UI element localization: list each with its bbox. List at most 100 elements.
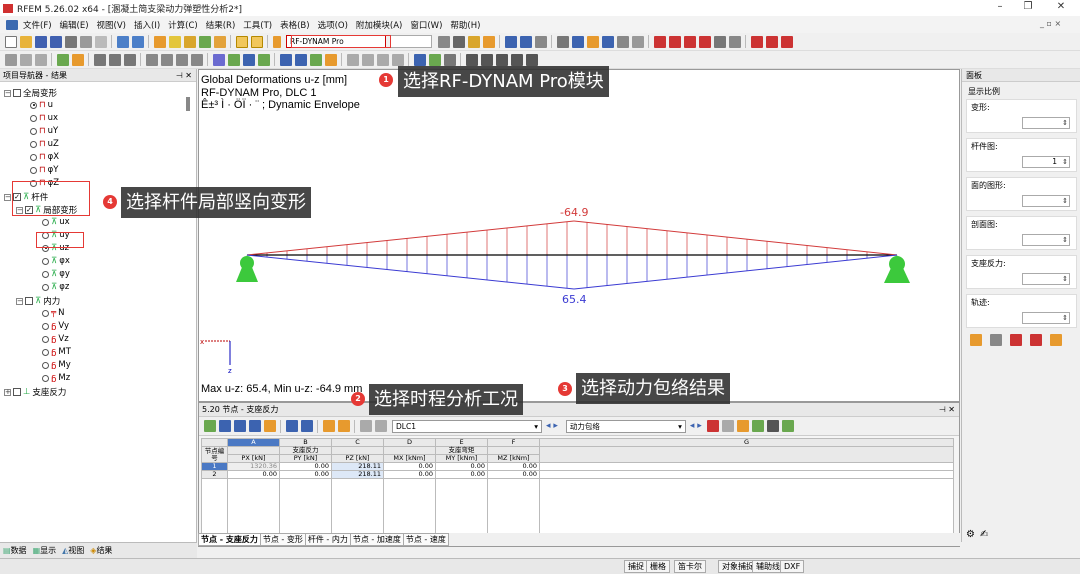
radio-icon[interactable]: [30, 166, 37, 174]
tab-views[interactable]: ◭视图: [62, 545, 84, 556]
status-grid[interactable]: 栅格: [646, 560, 670, 573]
calculate-icon[interactable]: [183, 35, 196, 48]
print-report-icon[interactable]: [79, 35, 92, 48]
rotate-icon[interactable]: [93, 53, 106, 66]
radio-icon[interactable]: [30, 153, 37, 161]
radio-icon[interactable]: [42, 322, 49, 330]
tab-display[interactable]: ▦显示: [33, 545, 57, 556]
tool-k-icon[interactable]: [510, 53, 523, 66]
zoom-icon[interactable]: [108, 53, 121, 66]
pick-icon[interactable]: [19, 53, 32, 66]
table-tool-icon[interactable]: [737, 420, 750, 432]
tab-member-forces[interactable]: 杆件 - 内力: [304, 533, 351, 546]
tree-item-mt[interactable]: ᵷ MT: [42, 347, 71, 357]
load-display-icon[interactable]: [683, 35, 696, 48]
print-icon[interactable]: [64, 35, 77, 48]
menu-window[interactable]: 窗口(W): [406, 19, 446, 31]
table-tool-icon[interactable]: [767, 420, 780, 432]
table-toggle-icon[interactable]: [235, 35, 248, 48]
tree-item-ux[interactable]: ⊓ ux: [30, 113, 58, 123]
solid-model-icon[interactable]: [242, 53, 255, 66]
undo-icon[interactable]: [116, 35, 129, 48]
filter-icon[interactable]: [294, 53, 307, 66]
status-snap[interactable]: 捕捉: [624, 560, 648, 573]
animate-icon[interactable]: [504, 35, 517, 48]
measure-icon[interactable]: [71, 53, 84, 66]
tree-global-deformations[interactable]: − 全局变形: [4, 87, 57, 99]
table-tool-icon[interactable]: [722, 420, 735, 432]
excel-icon[interactable]: [752, 420, 765, 432]
table-tool-icon[interactable]: [300, 420, 313, 432]
tree-item-mz[interactable]: ᵷ Mz: [42, 373, 70, 383]
section-scale-input[interactable]: [1022, 234, 1070, 246]
save-all-icon[interactable]: [49, 35, 62, 48]
support-scale-input[interactable]: [1022, 273, 1070, 285]
member-scale-input[interactable]: 1: [1022, 156, 1070, 168]
tree-item-uz[interactable]: ⊓ uZ: [30, 139, 59, 149]
radio-icon[interactable]: [42, 257, 49, 265]
radio-icon[interactable]: [42, 374, 49, 382]
tree-item-n[interactable]: ╤ N: [42, 308, 64, 318]
open-icon[interactable]: [19, 35, 32, 48]
radio-icon[interactable]: [42, 283, 49, 291]
menu-addons[interactable]: 附加模块(A): [352, 19, 406, 31]
solid-icon[interactable]: [601, 35, 614, 48]
table-tool-icon[interactable]: [337, 420, 350, 432]
cell-py[interactable]: 0.00: [279, 470, 332, 479]
view-y-icon[interactable]: [160, 53, 173, 66]
panel-tool-icon[interactable]: [989, 334, 1002, 346]
pin3-icon[interactable]: [780, 35, 793, 48]
loads-icon[interactable]: [168, 35, 181, 48]
edit-icon[interactable]: [969, 334, 982, 346]
surface-icon[interactable]: [586, 35, 599, 48]
menu-view[interactable]: 视图(V): [93, 19, 130, 31]
panel-tool-icon[interactable]: [1049, 334, 1062, 346]
navigator-pin[interactable]: ⊣ ✕: [176, 69, 192, 82]
maximize-button[interactable]: ❐: [1013, 1, 1043, 12]
tree-item-local-phix[interactable]: ⊼ φx: [42, 256, 70, 266]
result-type-select[interactable]: 动力包络 ▾: [565, 419, 686, 433]
table-tool-icon[interactable]: [322, 420, 335, 432]
mdi-controls[interactable]: _ ▫ ×: [1040, 19, 1061, 28]
menu-file[interactable]: 文件(F): [19, 19, 56, 31]
panel-draw-icon[interactable]: ✍: [980, 529, 988, 540]
status-dxf[interactable]: DXF: [780, 560, 805, 573]
tab-node-reactions[interactable]: 节点 - 支座反力: [198, 533, 261, 546]
tree-item-phiy[interactable]: ⊓ φY: [30, 165, 58, 175]
checkbox-empty-icon[interactable]: [13, 388, 21, 396]
filter2-icon[interactable]: [309, 53, 322, 66]
tree-item-local-ux[interactable]: ⊼ ux: [42, 217, 70, 227]
table-tool-icon[interactable]: [218, 420, 231, 432]
model-data-icon[interactable]: [153, 35, 166, 48]
select-window-icon[interactable]: [34, 53, 47, 66]
menu-options[interactable]: 选项(O): [314, 19, 352, 31]
radio-icon[interactable]: [42, 361, 49, 369]
tree-item-u[interactable]: ⊓ u: [30, 100, 53, 110]
tree-item-local-phiy[interactable]: ⊼ φy: [42, 269, 70, 279]
save-icon[interactable]: [34, 35, 47, 48]
layer-icon[interactable]: [279, 53, 292, 66]
table-row[interactable]: 2 0.00 0.00 218.11 0.00 0.00 0.00: [201, 470, 954, 479]
table-pin[interactable]: ⊣ ✕: [939, 403, 955, 417]
filter3-icon[interactable]: [324, 53, 337, 66]
cell-pz[interactable]: 218.11: [331, 470, 384, 479]
tree-item-vy[interactable]: ᵷ Vy: [42, 321, 69, 331]
tool-f-icon[interactable]: [428, 53, 441, 66]
menu-edit[interactable]: 编辑(E): [56, 19, 93, 31]
values-icon[interactable]: [467, 35, 480, 48]
panel-settings-icon[interactable]: ⚙: [966, 529, 975, 540]
tab-data[interactable]: ▤数据: [3, 545, 27, 556]
tool-i-icon[interactable]: [480, 53, 493, 66]
case-nav-arrows[interactable]: ◂ ▸: [546, 421, 558, 431]
tool-h-icon[interactable]: [465, 53, 478, 66]
table-tool-icon[interactable]: [233, 420, 246, 432]
member-icon[interactable]: [571, 35, 584, 48]
tab-node-deformations[interactable]: 节点 - 变形: [259, 533, 306, 546]
iso-icon[interactable]: [190, 53, 203, 66]
hinge-icon[interactable]: [668, 35, 681, 48]
radio-icon[interactable]: [42, 270, 49, 278]
table-tool-icon[interactable]: [359, 420, 372, 432]
filter-icon[interactable]: [707, 420, 720, 432]
copy-icon[interactable]: [713, 35, 726, 48]
node-icon[interactable]: [616, 35, 629, 48]
